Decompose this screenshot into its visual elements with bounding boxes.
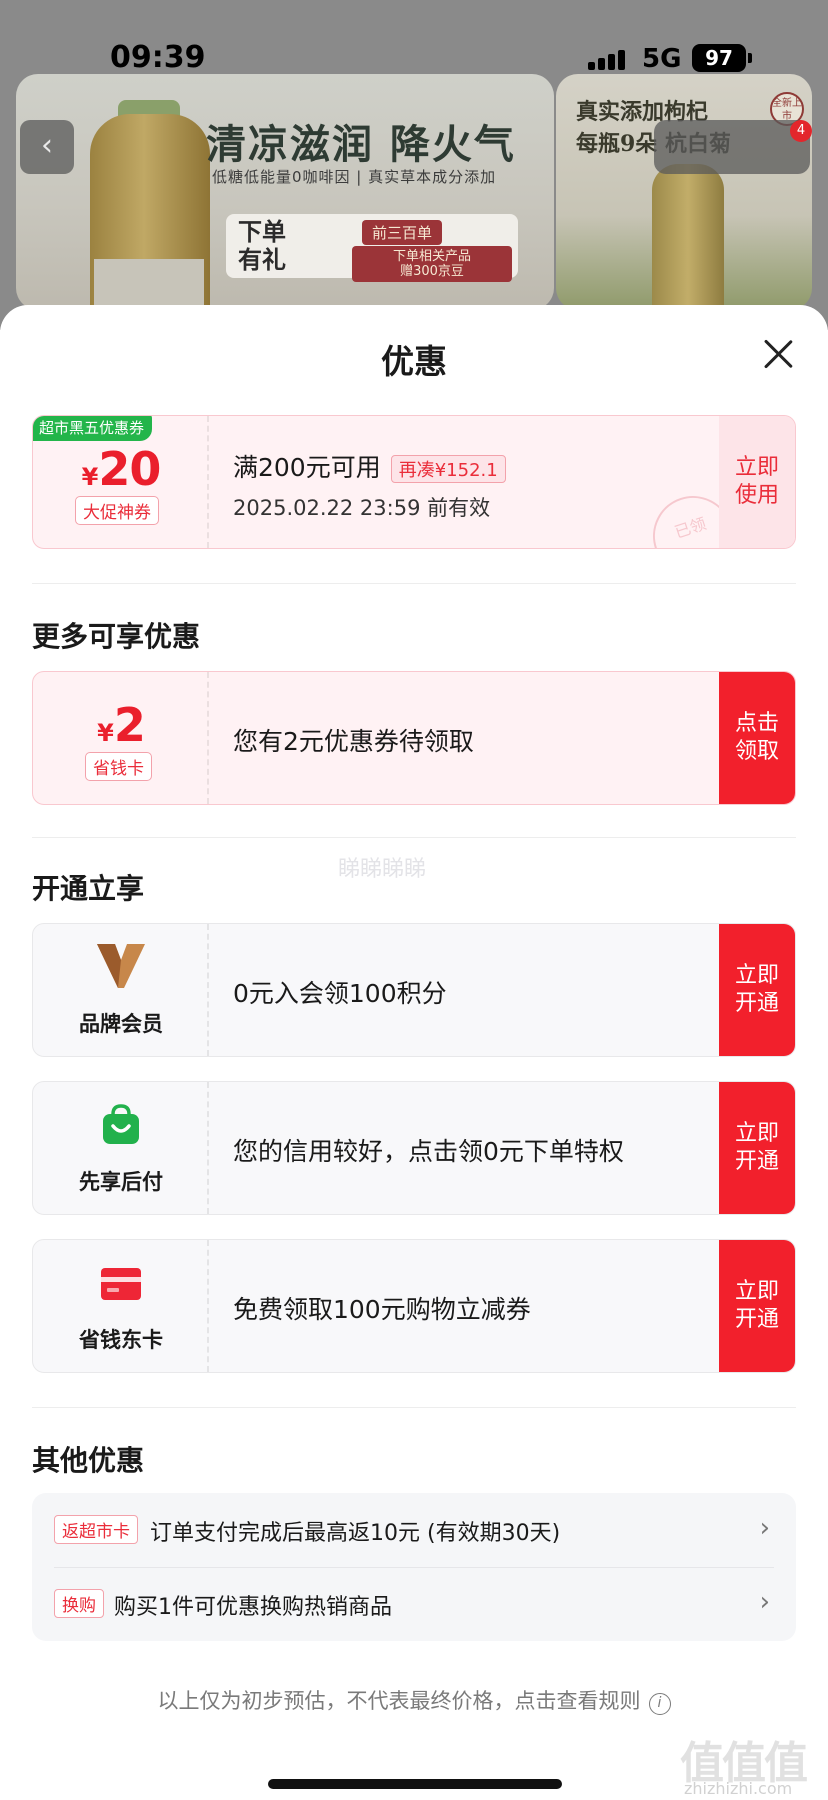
back-button[interactable]: ‹ <box>20 120 74 174</box>
discount-sheet: 优惠 ¥20 大促神券 超市黑五优惠券 满200元可用 再凑¥152.1 2025… <box>0 305 828 1800</box>
open-label: 立即开通 <box>734 1121 779 1174</box>
savings-value: 2 <box>113 698 146 752</box>
savings-card-label: 省钱卡 <box>85 752 152 781</box>
signal-icon <box>588 48 630 70</box>
other-benefits-list: 返超市卡 订单支付完成后最高返10元 (有效期30天) › 换购 购买1件可优惠… <box>32 1493 796 1641</box>
promo-text-line-1: 下单相关产品 <box>392 249 471 264</box>
use-now-label: 立即使用 <box>734 455 779 508</box>
close-icon[interactable] <box>760 337 796 373</box>
faint-watermark: 睇睇睇睇 <box>338 857 427 882</box>
divider <box>32 837 796 838</box>
pay-later-left: 先享后付 <box>33 1082 209 1214</box>
list-item-supermarket-card[interactable]: 返超市卡 订单支付完成后最高返10元 (有效期30天) › <box>54 1499 774 1561</box>
site-watermark-url: zhizhizhi.com <box>684 1779 793 1798</box>
supermarket-card-tag: 返超市卡 <box>54 1515 138 1544</box>
savings-card-left: ¥2 省钱卡 <box>33 672 209 804</box>
chevron-right-icon: › <box>759 1513 770 1543</box>
battery-icon: 97 <box>692 44 746 72</box>
battery-tip <box>748 53 752 63</box>
info-icon[interactable]: i <box>648 1693 671 1715</box>
open-brand-member-button[interactable]: 立即开通 <box>719 924 795 1056</box>
side-banner: 真实添加枸杞 每瓶9朵 杭白菊 全新上市 <box>556 74 812 310</box>
shopping-bag-icon <box>103 1104 139 1144</box>
coupon-condition-line: 满200元可用 再凑¥152.1 <box>233 448 506 484</box>
coupon-card[interactable]: ¥20 大促神券 超市黑五优惠券 满200元可用 再凑¥152.1 2025.02… <box>32 415 796 549</box>
banner-title: 清凉滋润 降火气 <box>206 121 516 168</box>
chevron-right-icon: › <box>759 1587 770 1617</box>
supermarket-card-text: 订单支付完成后最高返10元 (有效期30天) <box>150 1521 561 1546</box>
claim-button[interactable]: 点击领取 <box>719 672 795 804</box>
row-separator <box>54 1567 774 1568</box>
open-pay-later-button[interactable]: 立即开通 <box>719 1082 795 1214</box>
coupon-condition: 满200元可用 <box>233 453 381 482</box>
top-actions-pill[interactable] <box>654 120 810 174</box>
savings-dong-card[interactable]: 省钱东卡 免费领取100元购物立减券 立即开通 <box>32 1239 796 1373</box>
claim-label: 点击领取 <box>734 711 779 764</box>
savings-card-text: 您有2元优惠券待领取 <box>233 727 474 756</box>
savings-dong-label: 省钱东卡 <box>79 1328 163 1352</box>
coupon-label: 大促神券 <box>75 496 159 525</box>
brand-member-left: 品牌会员 <box>33 924 209 1056</box>
network-type: 5G <box>642 44 682 74</box>
banner-subtitle: 低糖低能量0咖啡因 | 真实草本成分添加 <box>212 168 497 186</box>
open-savings-dong-button[interactable]: 立即开通 <box>719 1240 795 1372</box>
trade-in-text: 购买1件可优惠换购热销商品 <box>114 1595 392 1620</box>
home-indicator[interactable] <box>268 1779 562 1789</box>
brand-member-card[interactable]: 品牌会员 0元入会领100积分 立即开通 <box>32 923 796 1057</box>
divider <box>32 583 796 584</box>
coupon-type-tag: 超市黑五优惠券 <box>33 416 153 441</box>
promo-text-line-2: 赠300京豆 <box>400 264 464 279</box>
promo-left-text: 下单 有礼 <box>238 218 286 274</box>
open-label: 立即开通 <box>734 1279 779 1332</box>
currency-symbol: ¥ <box>97 719 114 747</box>
savings-dong-text: 免费领取100元购物立减券 <box>233 1295 531 1324</box>
promo-line-2: 有礼 <box>238 245 286 274</box>
promo-tag: 前三百单 <box>362 220 443 245</box>
savings-card-coupon[interactable]: ¥2 省钱卡 您有2元优惠券待领取 点击领取 <box>32 671 796 805</box>
currency-symbol: ¥ <box>81 463 99 491</box>
card-icon <box>101 1268 141 1300</box>
chevron-left-icon: ‹ <box>41 128 53 163</box>
open-section-title: 开通立享 <box>32 872 145 905</box>
use-now-button[interactable]: 立即使用 <box>719 416 795 548</box>
promo-line-1: 下单 <box>238 217 286 246</box>
savings-dong-left: 省钱东卡 <box>33 1240 209 1372</box>
notification-badge: 4 <box>790 120 812 142</box>
sheet-title: 优惠 <box>381 342 447 381</box>
side-bottle-image <box>652 164 724 310</box>
open-label: 立即开通 <box>734 963 779 1016</box>
pay-later-text: 您的信用较好，点击领0元下单特权 <box>233 1137 624 1166</box>
product-banner: 清凉滋润 降火气 低糖低能量0咖啡因 | 真实草本成分添加 下单 有礼 前三百单… <box>16 74 554 310</box>
bottle-label-image <box>94 259 204 310</box>
coupon-expiry: 2025.02.22 23:59 前有效 <box>233 496 491 520</box>
rules-footnote[interactable]: 以上仅为初步预估，不代表最终价格，点击查看规则 i <box>0 1685 828 1715</box>
trade-in-tag: 换购 <box>54 1589 104 1618</box>
savings-amount: ¥2 <box>33 698 209 752</box>
pay-later-card[interactable]: 先享后付 您的信用较好，点击领0元下单特权 立即开通 <box>32 1081 796 1215</box>
coupon-value: 20 <box>98 442 161 496</box>
top-up-tag: 再凑¥152.1 <box>390 455 506 483</box>
brand-member-text: 0元入会领100积分 <box>233 979 447 1008</box>
footnote-text: 以上仅为初步预估，不代表最终价格，点击查看规则 <box>157 1689 641 1713</box>
pay-later-label: 先享后付 <box>79 1170 163 1194</box>
coupon-amount: ¥20 <box>33 442 209 496</box>
promo-text: 下单相关产品 赠300京豆 <box>352 246 512 282</box>
more-section-title: 更多可享优惠 <box>32 620 201 653</box>
brand-v-icon <box>97 944 145 988</box>
status-time: 09:39 <box>110 40 206 75</box>
brand-member-label: 品牌会员 <box>79 1012 163 1036</box>
other-section-title: 其他优惠 <box>32 1444 145 1477</box>
divider <box>32 1407 796 1408</box>
list-item-trade-in[interactable]: 换购 购买1件可优惠换购热销商品 › <box>54 1573 774 1635</box>
